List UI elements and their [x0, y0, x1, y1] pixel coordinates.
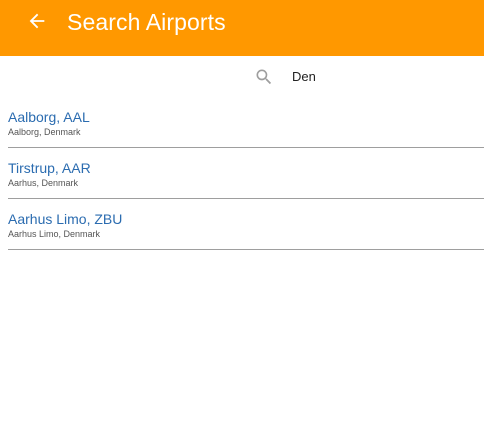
airport-location: Aarhus, Denmark: [8, 178, 79, 188]
airport-location: Aalborg, Denmark: [8, 127, 81, 137]
airport-results-list: Aalborg, AAL Aalborg, Denmark Tirstrup, …: [8, 98, 484, 251]
list-item[interactable]: Tirstrup, AAR Aarhus, Denmark: [8, 149, 484, 199]
airport-name[interactable]: Aalborg, AAL: [8, 109, 90, 126]
page-title: Search Airports: [67, 9, 226, 35]
airport-name[interactable]: Tirstrup, AAR: [8, 160, 91, 177]
list-item[interactable]: Aarhus Limo, ZBU Aarhus Limo, Denmark: [8, 200, 484, 250]
back-button[interactable]: [24, 8, 50, 34]
search-airports-screen: Search Airports Aalborg, AAL Aalborg, De…: [0, 0, 484, 448]
app-bar: Search Airports: [0, 0, 484, 56]
search-icon: [256, 69, 272, 85]
list-item[interactable]: Aalborg, AAL Aalborg, Denmark: [8, 98, 484, 148]
airport-name[interactable]: Aarhus Limo, ZBU: [8, 211, 122, 228]
search-bar: [0, 56, 484, 96]
arrow-left-icon: [29, 13, 45, 29]
search-input[interactable]: [286, 65, 472, 87]
airport-location: Aarhus Limo, Denmark: [8, 229, 101, 239]
